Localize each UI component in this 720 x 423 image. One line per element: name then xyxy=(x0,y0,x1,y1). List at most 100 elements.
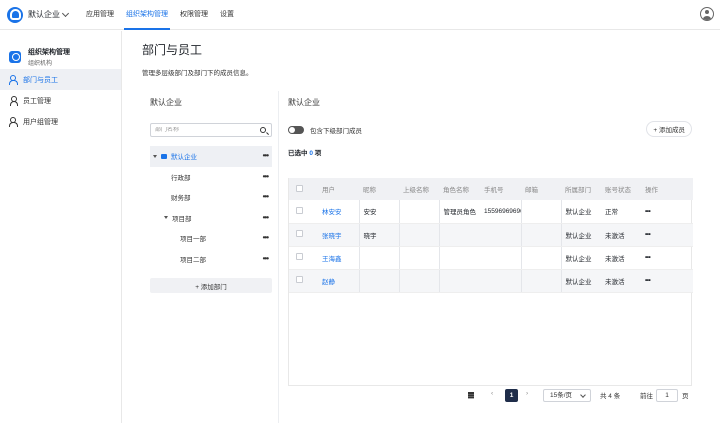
prev-page-button[interactable]: ‹ xyxy=(491,390,493,397)
dept-tree: 默认企业 ••• 行政部 ••• 财务部 ••• 项目部 ••• 项目一部 ••… xyxy=(150,146,272,269)
col-actions: 操作 xyxy=(641,178,693,200)
col-status: 账号状态 xyxy=(601,178,641,200)
cell-dept: 默认企业 xyxy=(560,269,601,293)
cell-email xyxy=(520,223,561,247)
search-icon[interactable] xyxy=(260,127,266,133)
tree-node-label: 项目部 xyxy=(172,215,192,223)
sidebar-item-label: 部门与员工 xyxy=(23,76,58,84)
sidebar-item-label: 员工管理 xyxy=(23,97,51,105)
panel-divider xyxy=(278,91,279,423)
row-more-icon[interactable]: ••• xyxy=(641,223,693,247)
next-page-button[interactable]: › xyxy=(526,390,528,397)
page-size-select[interactable]: 15条/页 xyxy=(543,389,591,402)
person-icon xyxy=(9,96,18,106)
nav-app-management[interactable]: 应用管理 xyxy=(80,0,120,30)
more-icon[interactable]: ••• xyxy=(263,254,269,263)
row-checkbox[interactable] xyxy=(296,206,303,214)
tree-node[interactable]: 项目二部 ••• xyxy=(150,249,272,270)
cell-status: 未激活 xyxy=(601,269,641,293)
dept-search xyxy=(150,123,272,137)
include-sub-toggle[interactable] xyxy=(288,126,304,134)
members-title: 默认企业 xyxy=(288,98,320,107)
members-panel: 默认企业 包含下级部门成员 + 添加成员 已选中 0 项 用户 昵称 上级名称 … xyxy=(288,97,693,386)
cell-role xyxy=(438,246,480,270)
user-link[interactable]: 林安安 xyxy=(318,200,359,224)
more-icon[interactable]: ••• xyxy=(263,213,269,222)
more-icon[interactable]: ••• xyxy=(263,192,269,201)
cell-superior xyxy=(398,246,439,270)
add-member-button[interactable]: + 添加成员 xyxy=(646,121,692,137)
col-dept: 所属部门 xyxy=(561,178,601,200)
row-more-icon[interactable]: ••• xyxy=(641,200,693,224)
cell-nickname xyxy=(358,246,399,270)
cell-role: 管理员角色 xyxy=(438,200,480,224)
select-all-checkbox[interactable] xyxy=(296,184,303,192)
cell-email xyxy=(520,246,561,270)
tree-node[interactable]: 行政部 ••• xyxy=(150,167,272,188)
sidebar-item-staff[interactable]: 员工管理 xyxy=(0,90,121,111)
include-sub-row: 包含下级部门成员 + 添加成员 xyxy=(288,121,692,137)
tree-node[interactable]: 财务部 ••• xyxy=(150,187,272,208)
sidebar-item-dept-staff[interactable]: 部门与员工 xyxy=(0,69,121,90)
cell-phone: 15596969696 xyxy=(480,200,521,224)
cell-nickname xyxy=(358,269,399,293)
tree-node-root[interactable]: 默认企业 ••• xyxy=(150,146,272,167)
page-unit-label: 页 xyxy=(682,393,689,400)
col-nickname: 昵称 xyxy=(359,178,399,200)
caret-down-icon[interactable] xyxy=(164,216,168,220)
pagination: ‹ 1 › 15条/页 共 4 条 前往 页 xyxy=(288,389,692,403)
row-more-icon[interactable]: ••• xyxy=(641,246,693,270)
goto-label: 前往 xyxy=(640,393,653,400)
more-icon[interactable]: ••• xyxy=(263,172,269,181)
user-avatar-icon[interactable] xyxy=(700,7,714,21)
row-checkbox[interactable] xyxy=(296,253,303,260)
company-icon xyxy=(161,153,167,159)
select-all-cell xyxy=(289,178,318,200)
tree-node-label: 默认企业 xyxy=(171,154,197,162)
tree-node-label: 行政部 xyxy=(171,174,191,182)
include-sub-label: 包含下级部门成员 xyxy=(310,128,362,135)
company-switcher[interactable]: 默认企业 xyxy=(28,9,70,20)
user-link[interactable]: 王海鑫 xyxy=(318,246,359,270)
add-dept-button[interactable]: + 添加部门 xyxy=(150,278,272,293)
cell-phone xyxy=(480,269,521,293)
tree-node[interactable]: 项目部 ••• xyxy=(150,208,272,229)
cell-role xyxy=(438,269,480,293)
total-count: 共 4 条 xyxy=(600,393,621,400)
table-row: 王海鑫 默认企业 未激活 ••• xyxy=(289,246,693,270)
dept-search-input[interactable] xyxy=(155,127,255,133)
tree-title: 默认企业 xyxy=(150,98,182,107)
user-link[interactable]: 张晓宇 xyxy=(318,223,359,247)
page-description: 管理多层级部门及部门下的成员信息。 xyxy=(142,70,253,77)
top-nav: 应用管理 组织架构管理 权限管理 设置 xyxy=(80,0,240,30)
col-phone: 手机号 xyxy=(480,178,521,200)
row-checkbox[interactable] xyxy=(296,276,303,283)
sidebar-item-user-groups[interactable]: 用户组管理 xyxy=(0,111,121,132)
more-icon[interactable]: ••• xyxy=(263,151,269,160)
more-icon[interactable]: ••• xyxy=(263,233,269,242)
user-link[interactable]: 赵静 xyxy=(318,269,359,293)
nav-org-management[interactable]: 组织架构管理 xyxy=(120,0,174,30)
user-group-icon xyxy=(9,117,18,127)
table-row: 张晓宇 晓宇 默认企业 未激活 ••• xyxy=(289,223,693,247)
tree-node[interactable]: 项目一部 ••• xyxy=(150,228,272,249)
sidebar-subtitle: 组织机构 xyxy=(28,61,53,67)
row-checkbox[interactable] xyxy=(296,230,303,237)
page-1-button[interactable]: 1 xyxy=(505,389,518,402)
goto-page-input[interactable] xyxy=(656,389,678,402)
company-name: 默认企业 xyxy=(28,10,60,19)
caret-down-icon[interactable] xyxy=(153,154,157,158)
row-more-icon[interactable]: ••• xyxy=(641,269,693,293)
cell-role xyxy=(438,223,480,247)
list-icon[interactable] xyxy=(468,392,474,398)
sidebar: 组织架构管理 组织机构 部门与员工 员工管理 用户组管理 xyxy=(0,31,122,423)
cell-dept: 默认企业 xyxy=(560,246,601,270)
nav-permission-management[interactable]: 权限管理 xyxy=(174,0,214,30)
cell-status: 未激活 xyxy=(601,246,641,270)
cell-superior xyxy=(398,200,439,224)
nav-settings[interactable]: 设置 xyxy=(214,0,240,30)
main-content: 部门与员工 管理多层级部门及部门下的成员信息。 默认企业 默认企业 ••• 行政… xyxy=(122,31,720,423)
col-user: 用户 xyxy=(318,178,359,200)
sidebar-title: 组织架构管理 xyxy=(28,49,70,56)
table-row: 林安安 安安 管理员角色 15596969696 默认企业 正常 ••• xyxy=(289,200,693,224)
